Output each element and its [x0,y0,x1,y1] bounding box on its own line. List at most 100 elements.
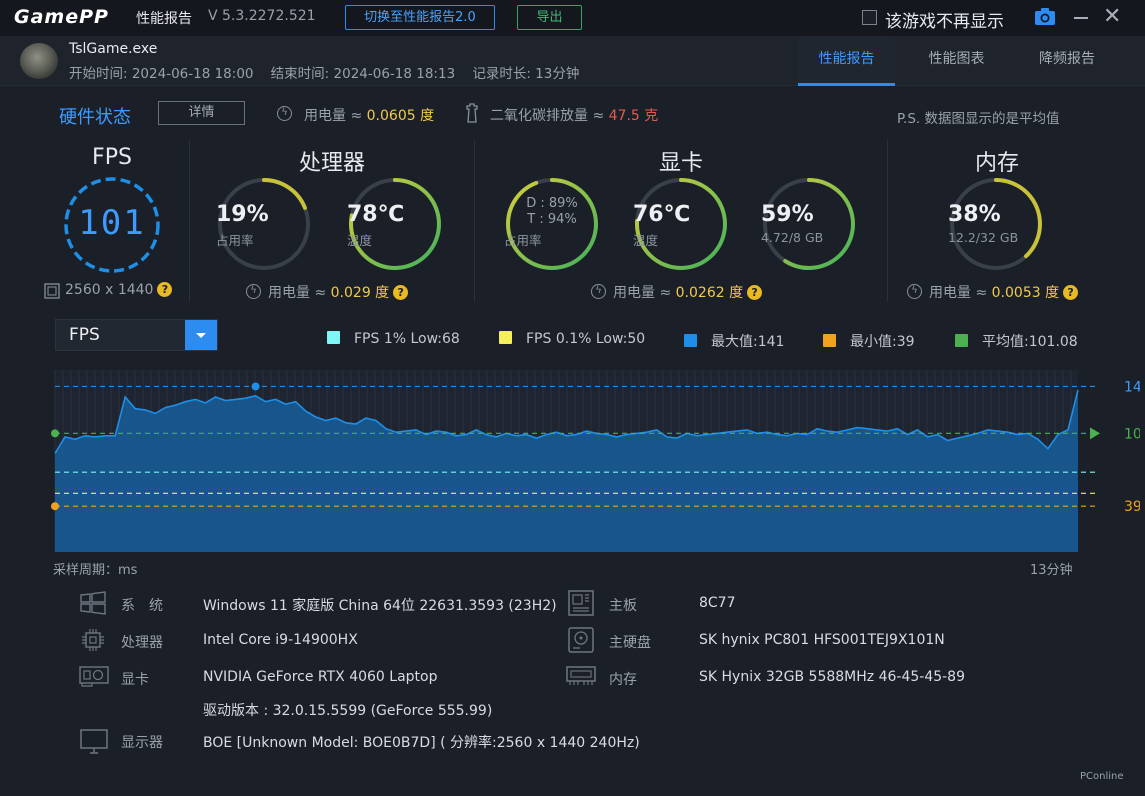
record-duration: 记录时长: 13分钟 [472,66,580,82]
cpu-usage-label: 占用率 [216,233,254,248]
metric-select-value: FPS [69,325,100,345]
memory-power-label: 用电量 ≈ [929,285,988,301]
total-power: 用电量 ≈ 0.0605 度 [304,105,434,125]
memory-icon [566,666,596,685]
divider [887,140,888,302]
fps-value: 101 [78,203,146,243]
export-button[interactable]: 导出 [517,5,582,30]
sample-period-label: 采样周期：ms [53,563,138,578]
memory-title: 内存 [974,151,1019,176]
board-value: 8C77 [699,595,736,611]
metric-select[interactable]: FPS [55,319,218,351]
resolution-text: 2560 x 1440 [65,282,154,298]
legend-label: 最大值:141 [711,334,785,350]
avg-label: 101.08 [1124,426,1140,442]
gpu-usage-label: 占用率 [504,233,542,248]
gpu-vram-detail: 4.72/8 GB [761,230,824,245]
gpu-temp-gauge: 76℃ 温度 [633,176,729,272]
legend-fps-01-low: FPS 0.1% Low:50 [499,331,645,347]
board-key: 主板 [609,598,637,614]
windows-icon [80,591,106,615]
cpu-power: 用电量 ≈ 0.029 度? [268,282,409,302]
tab-performance-chart[interactable]: 性能图表 [905,36,1008,86]
monitor-small-icon [44,283,60,299]
chart-duration-label: 13分钟 [1030,563,1073,578]
gpu-icon [79,666,109,687]
cpu-usage-gauge: 19% 占用率 [216,176,312,272]
memory-usage-value: 38% [948,202,1001,227]
monitor-icon [80,729,108,754]
os-key: 系 统 [121,598,163,614]
cpu-temp-value: 78℃ [347,202,405,227]
divider [474,140,475,302]
detail-button[interactable]: 详情 [158,101,245,125]
os-value: Windows 11 家庭版 China 64位 22631.3593 (23H… [203,598,557,614]
help-icon[interactable]: ? [1063,285,1079,300]
app-title: 性能报告 [136,11,192,27]
gpu-d-value: D : 89% [526,196,578,211]
minimize-icon[interactable] [1074,17,1088,19]
gpu-vram-gauge: 59% 4.72/8 GB [761,176,857,272]
gpu-power-value: 0.0262 度 [675,285,744,301]
min-label: 39 [1124,499,1140,515]
disk-key: 主硬盘 [609,635,651,651]
legend-label: FPS 0.1% Low:50 [526,331,646,347]
title-bar: GamePP 性能报告 V 5.3.2272.521 切换至性能报告2.0 导出… [0,0,1145,36]
cpu-title: 处理器 [298,151,365,176]
close-icon[interactable]: ✕ [1103,6,1121,28]
gpu-power: 用电量 ≈ 0.0262 度? [613,282,763,302]
motherboard-icon [568,590,594,616]
cpu-usage-value: 19% [216,202,269,227]
help-icon[interactable]: ? [747,285,763,300]
memory-power: 用电量 ≈ 0.0053 度? [929,282,1079,302]
power-icon: ϟ [907,284,922,299]
avg-marker [51,429,59,438]
max-marker [251,382,260,391]
legend-max: 最大值:141 [684,331,784,351]
total-power-value: 0.0605 度 [366,108,435,124]
logo-text-game: Game [14,6,80,28]
max-label: 141 [1124,379,1140,395]
fps-title: FPS [92,145,132,170]
legend-swatch [823,334,836,347]
tab-throttle-report[interactable]: 降频报告 [1012,36,1122,86]
memory-power-value: 0.0053 度 [991,285,1060,301]
report-header: TslGame.exe 开始时间: 2024-06-18 18:00 结束时间:… [0,36,1145,86]
fps-chart: 141 101.08 39 [51,370,1140,552]
tab-performance-report[interactable]: 性能报告 [798,36,895,86]
gpu-driver-value: 驱动版本 : 32.0.15.5599 (GeForce 555.99) [203,703,493,719]
gpu-power-label: 用电量 ≈ [613,285,672,301]
logo-text-pp: PP [79,6,109,28]
gpu-title: 显卡 [658,151,703,176]
monitor-key: 显示器 [121,735,163,751]
legend-swatch [684,334,697,347]
min-marker [51,502,59,511]
hardware-status-title: 硬件状态 [59,107,131,128]
game-meta: 开始时间: 2024-06-18 18:00 结束时间: 2024-06-18 … [69,62,579,82]
power-icon: ϟ [277,106,292,121]
co2-label: 二氧化碳排放量 ≈ [490,108,605,124]
help-icon[interactable]: ? [157,282,173,297]
no-show-checkbox[interactable] [862,10,877,25]
game-name: TslGame.exe [69,41,158,57]
gpu-value: NVIDIA GeForce RTX 4060 Laptop [203,669,438,685]
cpu-key: 处理器 [121,635,163,651]
chevron-down-icon[interactable] [185,320,217,350]
game-avatar [20,43,58,79]
co2-icon [466,103,478,123]
cpu-icon [82,629,104,651]
start-time: 开始时间: 2024-06-18 18:00 [69,66,254,82]
cpu-temp-label: 温度 [347,233,373,248]
memory-usage-gauge: 38% 12.2/32 GB [948,176,1044,272]
legend-swatch [327,331,340,344]
fps-resolution: 2560 x 1440? [65,282,173,298]
camera-icon[interactable] [1034,7,1056,27]
legend-min: 最小值:39 [823,331,915,351]
memory-key: 内存 [609,672,637,688]
power-icon: ϟ [246,284,261,299]
switch-report-button[interactable]: 切换至性能报告2.0 [345,5,495,30]
legend-avg: 平均值:101.08 [955,331,1078,351]
divider [189,140,190,302]
watermark: PConline [1080,771,1124,782]
help-icon[interactable]: ? [393,285,409,300]
